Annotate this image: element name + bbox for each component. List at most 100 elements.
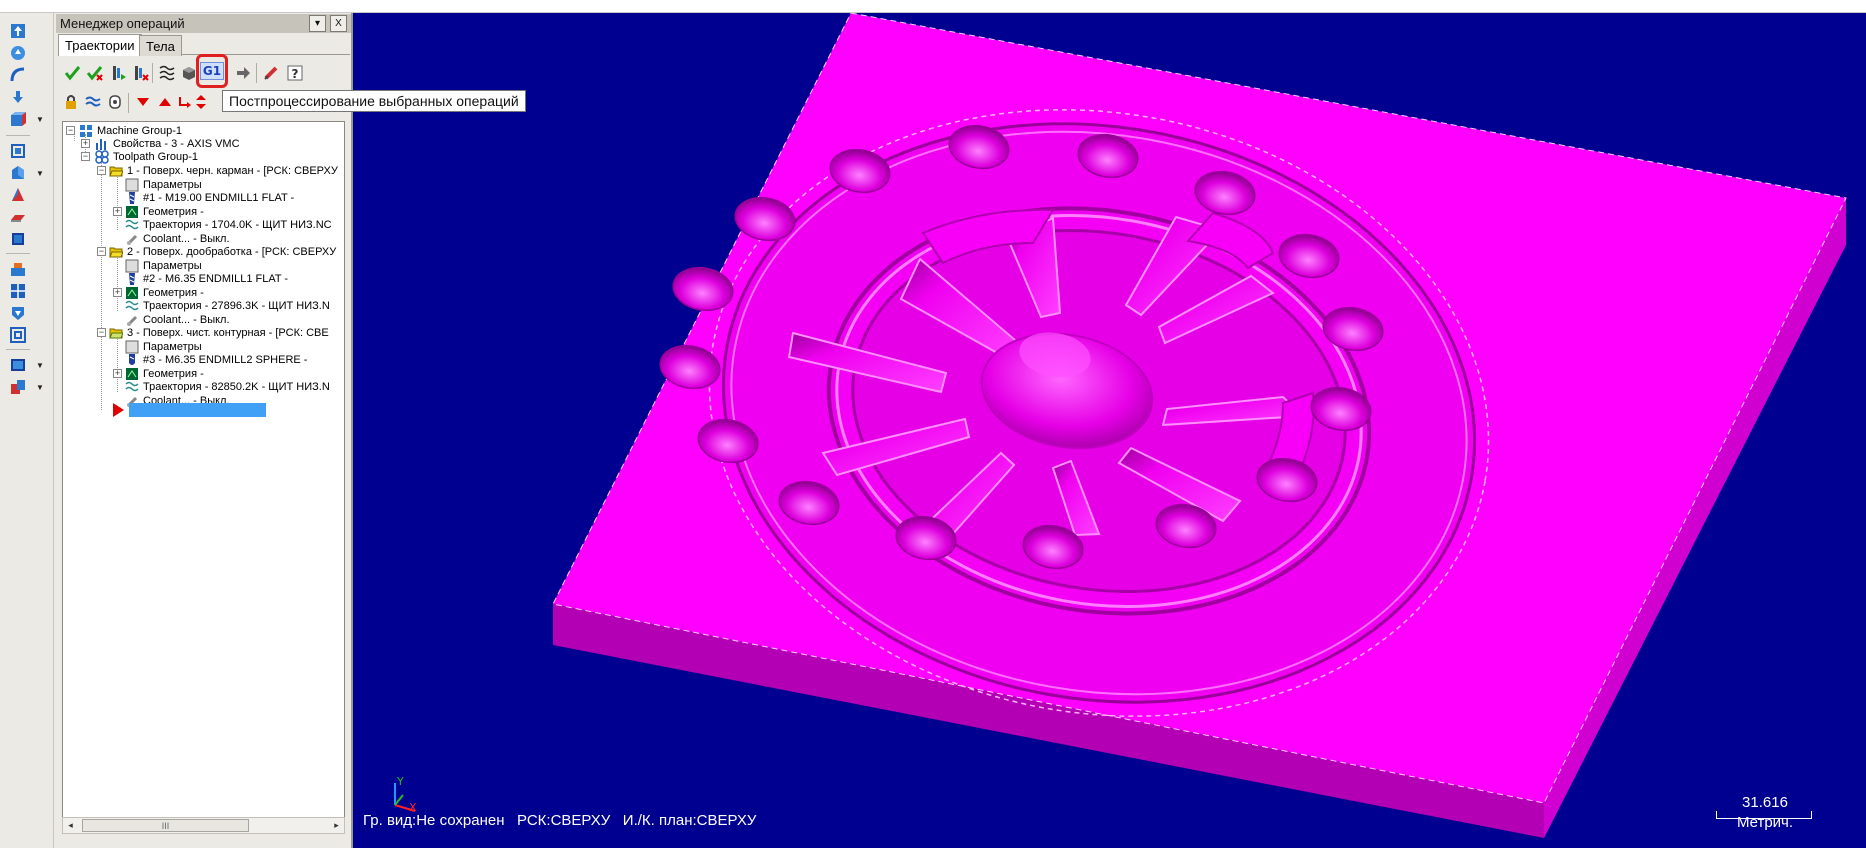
tree-node-toolpath-group[interactable]: Toolpath Group-1 (95, 150, 198, 164)
tree-label: Параметры (143, 179, 202, 191)
help-icon[interactable]: ? (284, 62, 306, 84)
ball-endmill-icon (125, 353, 139, 367)
tree-node-operation-1[interactable]: 1 - Поверх. черн. карман - [РСК: СВЕРХУ (109, 164, 338, 178)
scrollbar-thumb[interactable]: III (82, 819, 249, 832)
tree-node-machine-group[interactable]: Machine Group-1 (79, 124, 182, 138)
operations-manager-panel: Менеджер операций ▾ X Траектории Тела G1 (54, 13, 353, 848)
tree-node-op1-params[interactable]: Параметры (125, 178, 202, 192)
panel-close-button[interactable]: X (330, 15, 347, 32)
analyze-dropdown-icon[interactable]: ▼ (34, 381, 46, 393)
block-icon[interactable] (8, 229, 28, 249)
view-cube-icon[interactable] (8, 141, 28, 161)
tree-node-operation-3[interactable]: 3 - Поверх. чист. контурная - [РСК: СВЕ (109, 326, 329, 340)
tree-label: #2 - M6.35 ENDMILL1 FLAT - (143, 273, 289, 285)
params-icon (125, 340, 139, 354)
move-down-icon[interactable] (8, 87, 28, 107)
toggle-posting-icon[interactable] (104, 91, 126, 113)
graphics-viewport[interactable]: Y X Гр. вид:Не сохранен РСК:СВЕРХУ И./К.… (353, 13, 1866, 848)
viewport-status-line: Гр. вид:Не сохранен РСК:СВЕРХУ И./К. пла… (363, 812, 757, 829)
grid-view-icon[interactable] (8, 281, 28, 301)
part-3d-view (552, 13, 1847, 838)
shaded-view-icon[interactable] (8, 163, 28, 183)
plane-icon[interactable] (8, 207, 28, 227)
stock-icon[interactable] (8, 259, 28, 279)
panel-tabs: Траектории Тела (58, 34, 350, 56)
machine-group-icon (79, 124, 93, 138)
tab-solids[interactable]: Тела (139, 35, 182, 56)
tree-node-op2-geometry[interactable]: Геометрия - (125, 286, 204, 300)
select-all-ops-icon[interactable] (62, 62, 84, 84)
scroll-left-icon[interactable]: ◂ (63, 818, 78, 833)
shaded-view-dropdown-icon[interactable]: ▼ (34, 167, 46, 179)
expander-op2-geometry[interactable]: + (113, 288, 122, 297)
levels-dropdown-icon[interactable]: ▼ (34, 359, 46, 371)
tree-label: Coolant... - Выкл. (143, 314, 230, 326)
move-insert-down-icon[interactable] (132, 91, 154, 113)
regenerate-ops-icon[interactable] (108, 62, 130, 84)
tree-node-op1-coolant[interactable]: Coolant... - Выкл. (125, 232, 230, 246)
scroll-right-icon[interactable]: ▸ (329, 818, 344, 833)
tree-node-op3-params[interactable]: Параметры (125, 340, 202, 354)
params-icon (125, 178, 139, 192)
tree-node-op3-geometry[interactable]: Геометрия - (125, 367, 204, 381)
tree-node-op1-geometry[interactable]: Геометрия - (125, 205, 204, 219)
tree-horizontal-scrollbar[interactable]: ◂ III ▸ (62, 817, 345, 834)
expander-properties[interactable]: + (81, 139, 90, 148)
tree-node-op2-toolpath[interactable]: Траектория - 27896.3K - ЩИТ НИЗ.N (125, 299, 330, 313)
expander-op3-geometry[interactable]: + (113, 369, 122, 378)
rotate-up-icon[interactable] (8, 43, 28, 63)
arc-icon[interactable] (8, 65, 28, 85)
tree-node-op3-tool[interactable]: #3 - M6.35 ENDMILL2 SPHERE - (125, 353, 307, 367)
tree-label: Траектория - 1704.0K - ЩИТ НИЗ.NC (143, 219, 332, 231)
import-icon[interactable] (8, 303, 28, 323)
toolpath-group-icon (95, 150, 109, 164)
extrude-icon[interactable] (8, 185, 28, 205)
scale-unit: Метрич. (1736, 814, 1794, 831)
expander-op1-geometry[interactable]: + (113, 207, 122, 216)
tree-node-op2-params[interactable]: Параметры (125, 259, 202, 273)
insert-arrow-icon[interactable] (113, 403, 124, 417)
backplot-icon[interactable] (156, 62, 178, 84)
coolant-icon (125, 232, 139, 246)
tree-label: Machine Group-1 (97, 125, 182, 137)
expander-operation-1[interactable]: − (97, 166, 106, 175)
highfeed-icon[interactable] (260, 62, 282, 84)
postprocess-button[interactable]: G1 (196, 54, 228, 88)
insert-position-bar[interactable] (129, 403, 266, 417)
tree-node-op3-toolpath[interactable]: Траектория - 82850.2K - ЩИТ НИЗ.N (125, 380, 330, 394)
expander-operation-3[interactable]: − (97, 328, 106, 337)
solid-box-icon[interactable] (8, 109, 28, 129)
tree-node-operation-2[interactable]: 2 - Поверх. дообработка - [РСК: СВЕРХУ (109, 245, 336, 259)
regenerate-dirty-icon[interactable] (130, 62, 152, 84)
panel-menu-button[interactable]: ▾ (309, 15, 326, 32)
tree-node-op2-tool[interactable]: #2 - M6.35 ENDMILL1 FLAT - (125, 272, 288, 286)
left-toolbar: ▼ ▼ ▼ ▼ (0, 13, 54, 848)
expander-toolpath-group[interactable]: − (81, 152, 90, 161)
levels-icon[interactable] (8, 355, 28, 375)
lock-icon[interactable] (60, 91, 82, 113)
select-dirty-ops-icon[interactable] (84, 62, 106, 84)
toggle-display-icon[interactable] (82, 91, 104, 113)
svg-text:?: ? (292, 67, 299, 81)
toolbar-separator (152, 63, 153, 83)
move-insert-up-icon[interactable] (154, 91, 176, 113)
expander-machine-group[interactable]: − (66, 126, 75, 135)
toolbar-separator (6, 253, 30, 254)
shift-up-icon[interactable] (8, 21, 28, 41)
next-op-icon[interactable] (232, 62, 254, 84)
solid-box-dropdown-icon[interactable]: ▼ (34, 113, 46, 125)
top-strip (0, 0, 1866, 13)
tree-label: #3 - M6.35 ENDMILL2 SPHERE - (143, 354, 308, 366)
tree-node-properties[interactable]: Свойства - 3 - AXIS VMC (95, 137, 240, 151)
tree-label: #1 - M19.00 ENDMILL1 FLAT - (143, 192, 295, 204)
frame-icon[interactable] (8, 325, 28, 345)
tree-node-op1-toolpath[interactable]: Траектория - 1704.0K - ЩИТ НИЗ.NC (125, 218, 332, 232)
toolbar-separator (6, 349, 30, 350)
tree-node-op2-coolant[interactable]: Coolant... - Выкл. (125, 313, 230, 327)
tab-toolpaths[interactable]: Траектории (58, 34, 142, 56)
tree-label: 1 - Поверх. черн. карман - [РСК: СВЕРХУ (127, 165, 338, 177)
analyze-icon[interactable] (8, 377, 28, 397)
tree-node-op1-tool[interactable]: #1 - M19.00 ENDMILL1 FLAT - (125, 191, 294, 205)
expander-operation-2[interactable]: − (97, 247, 106, 256)
scroll-insert-icon[interactable] (190, 91, 212, 113)
